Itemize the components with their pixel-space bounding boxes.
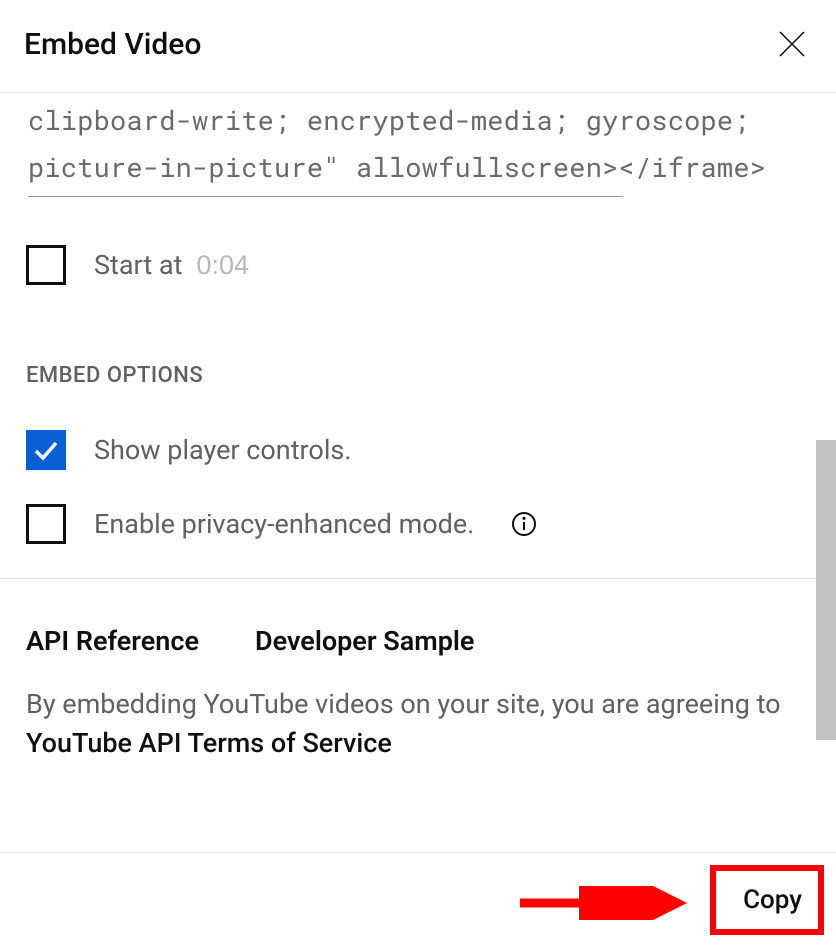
api-reference-link[interactable]: API Reference	[26, 625, 199, 657]
dialog-content: clipboard-write; encrypted-media; gyrosc…	[0, 93, 836, 852]
embed-code-text: clipboard-write; encrypted-media; gyrosc…	[28, 103, 766, 185]
copy-button[interactable]: Copy	[723, 867, 822, 933]
developer-links: API Reference Developer Sample	[0, 579, 836, 685]
terms-text: By embedding YouTube videos on your site…	[0, 685, 836, 807]
privacy-mode-checkbox[interactable]	[26, 504, 66, 544]
checkmark-icon	[32, 436, 60, 464]
scrollbar-track[interactable]	[816, 110, 836, 850]
dialog-header: Embed Video	[0, 0, 836, 92]
close-icon	[776, 28, 808, 60]
start-at-row: Start at	[0, 245, 836, 285]
show-player-controls-checkbox[interactable]	[26, 430, 66, 470]
show-player-controls-row: Show player controls.	[0, 430, 836, 470]
start-at-label-wrap: Start at	[94, 249, 266, 281]
embed-options-heading: EMBED OPTIONS	[0, 363, 836, 388]
start-at-time-input[interactable]	[196, 250, 266, 281]
developer-sample-link[interactable]: Developer Sample	[255, 625, 474, 657]
info-icon	[511, 511, 537, 537]
embed-code-textarea[interactable]: clipboard-write; encrypted-media; gyrosc…	[0, 93, 836, 197]
dialog-title: Embed Video	[24, 27, 201, 62]
terms-of-service-link[interactable]: YouTube API Terms of Service	[26, 727, 392, 759]
privacy-mode-row: Enable privacy-enhanced mode.	[0, 504, 836, 544]
show-player-controls-label: Show player controls.	[94, 434, 351, 466]
privacy-mode-info-button[interactable]	[510, 510, 538, 538]
start-at-label: Start at	[94, 249, 182, 281]
privacy-mode-label: Enable privacy-enhanced mode.	[94, 508, 474, 540]
scrollbar-thumb[interactable]	[816, 440, 836, 740]
close-button[interactable]	[772, 24, 812, 64]
dialog-footer: Copy	[0, 852, 836, 946]
embed-code-underline	[28, 196, 623, 197]
terms-prefix: By embedding YouTube videos on your site…	[26, 688, 781, 720]
start-at-checkbox[interactable]	[26, 245, 66, 285]
embed-video-dialog: Embed Video clipboard-write; encrypted-m…	[0, 0, 836, 946]
